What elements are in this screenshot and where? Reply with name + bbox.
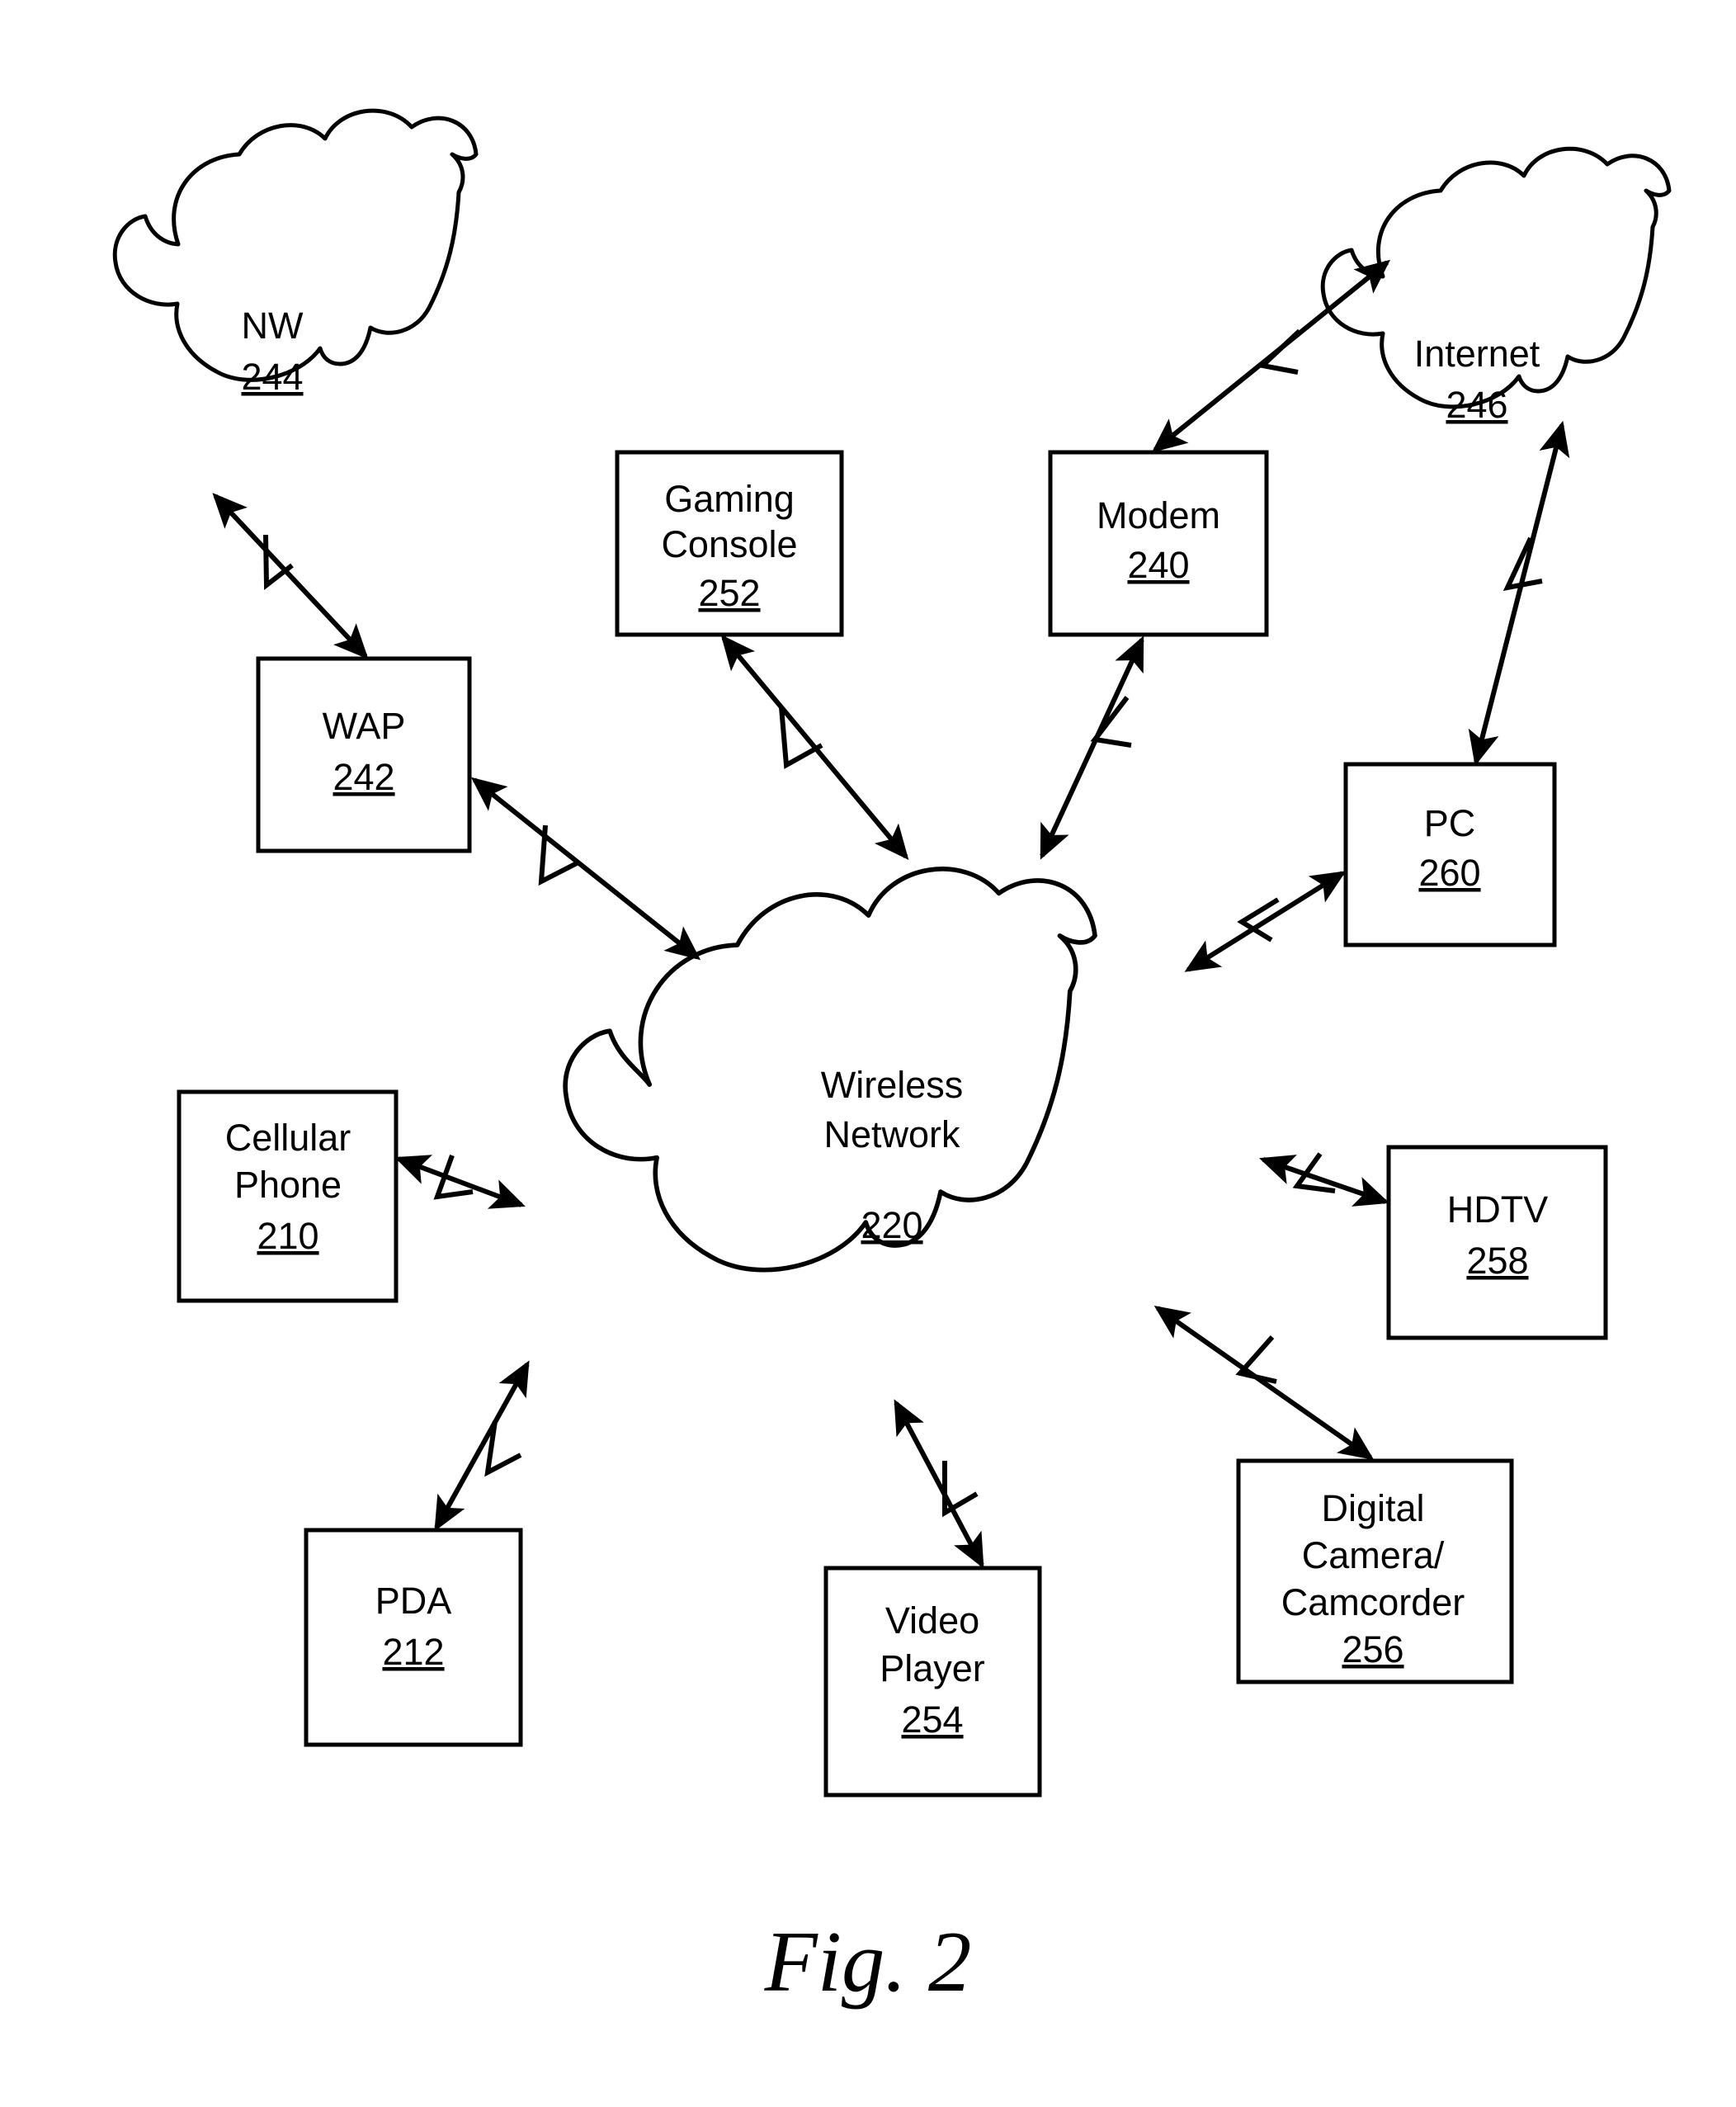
wireless-bolt-icon <box>1257 328 1302 375</box>
node-ref-digital-camera: 256 <box>1342 1628 1403 1670</box>
link-shaft <box>1040 635 1144 860</box>
node-cellular-phone[interactable]: Cellular Phone 210 <box>177 1089 399 1303</box>
node-gaming-console[interactable]: Gaming Console 252 <box>615 450 844 637</box>
box-outline-wap <box>256 656 472 853</box>
node-hdtv[interactable]: HDTV 258 <box>1386 1145 1608 1340</box>
node-digital-camera[interactable]: Digital Camera/ Camcorder 256 <box>1236 1458 1514 1684</box>
link-shaft <box>894 1399 984 1569</box>
node-label-hdtv: HDTV <box>1447 1188 1549 1231</box>
node-pc[interactable]: PC 260 <box>1343 762 1557 947</box>
link-video-player-wireless-network[interactable] <box>894 1399 984 1569</box>
node-wireless-network[interactable]: Wireless Network 220 <box>563 867 1097 1273</box>
node-ref-video-player: 254 <box>901 1698 963 1741</box>
node-wap[interactable]: WAP 242 <box>256 656 472 853</box>
node-label-video-player-1: Video <box>885 1599 979 1642</box>
node-ref-modem: 240 <box>1127 544 1189 586</box>
node-label-gaming-console-2: Console <box>661 523 797 565</box>
link-wap-wireless-network[interactable] <box>470 777 701 961</box>
node-label-digital-camera-2: Camera/ <box>1302 1534 1445 1576</box>
link-shaft <box>1468 420 1570 767</box>
node-label-wap: WAP <box>323 705 406 747</box>
link-modem-internet[interactable] <box>1151 259 1391 453</box>
node-modem[interactable]: Modem 240 <box>1048 450 1269 637</box>
node-label-modem: Modem <box>1097 494 1220 536</box>
patent-figure-page: NW 244 Internet 246 Wireless Network 220… <box>0 0 1736 2107</box>
figure-caption: Fig. 2 <box>764 1913 972 2010</box>
link-shaft <box>212 493 369 659</box>
node-label-cellular-phone-2: Phone <box>234 1164 342 1206</box>
wireless-bolt-icon <box>263 534 294 591</box>
node-pda[interactable]: PDA 212 <box>304 1528 523 1747</box>
link-shaft <box>1184 871 1347 972</box>
link-hdtv-wireless-network[interactable] <box>1259 1152 1389 1207</box>
node-video-player[interactable]: Video Player 254 <box>823 1566 1042 1798</box>
node-ref-gaming-console: 252 <box>698 572 760 614</box>
node-label-pc: PC <box>1424 802 1476 844</box>
node-label-nw: NW <box>242 305 304 347</box>
link-pc-wireless-network[interactable] <box>1184 871 1347 972</box>
node-label-internet: Internet <box>1414 333 1540 375</box>
link-modem-wireless-network[interactable] <box>1040 635 1144 860</box>
node-ref-nw: 244 <box>241 356 303 398</box>
link-shaft <box>470 777 701 961</box>
node-label-cellular-phone-1: Cellular <box>225 1117 351 1159</box>
node-nw[interactable]: NW 244 <box>112 108 479 398</box>
node-label-gaming-console-1: Gaming <box>664 478 795 520</box>
node-label-wireless-network-1: Wireless <box>821 1064 964 1106</box>
link-cellular-phone-wireless-network[interactable] <box>394 1154 526 1209</box>
wireless-bolt-icon <box>433 1154 474 1200</box>
link-shaft <box>1259 1155 1389 1207</box>
link-internet-pc[interactable] <box>1468 420 1570 767</box>
node-label-wireless-network-2: Network <box>823 1113 960 1155</box>
link-nw-wap[interactable] <box>212 493 369 659</box>
node-ref-internet: 246 <box>1446 384 1507 426</box>
link-digital-camera-wireless-network[interactable] <box>1153 1305 1375 1461</box>
link-shaft <box>394 1155 526 1209</box>
node-label-pda: PDA <box>375 1580 452 1622</box>
link-pda-wireless-network[interactable] <box>434 1360 530 1532</box>
node-ref-hdtv: 258 <box>1466 1240 1528 1282</box>
link-gaming-console-wireless-network[interactable] <box>720 634 909 861</box>
link-shaft <box>1153 1305 1375 1461</box>
node-label-digital-camera-1: Digital <box>1321 1487 1424 1529</box>
network-diagram: NW 244 Internet 246 Wireless Network 220… <box>112 108 1672 2010</box>
node-label-video-player-2: Player <box>880 1647 985 1689</box>
node-ref-wap: 242 <box>333 756 394 798</box>
wireless-bolt-icon <box>1235 1335 1277 1384</box>
node-ref-pc: 260 <box>1418 852 1480 894</box>
link-shaft <box>434 1360 530 1532</box>
node-label-digital-camera-3: Camcorder <box>1281 1581 1465 1623</box>
wireless-bolt-icon <box>538 824 578 886</box>
node-ref-wireless-network: 220 <box>861 1204 922 1246</box>
node-ref-cellular-phone: 210 <box>257 1215 318 1257</box>
node-ref-pda: 212 <box>382 1631 444 1673</box>
node-internet[interactable]: Internet 246 <box>1320 146 1672 426</box>
wireless-bolt-icon <box>484 1420 522 1477</box>
